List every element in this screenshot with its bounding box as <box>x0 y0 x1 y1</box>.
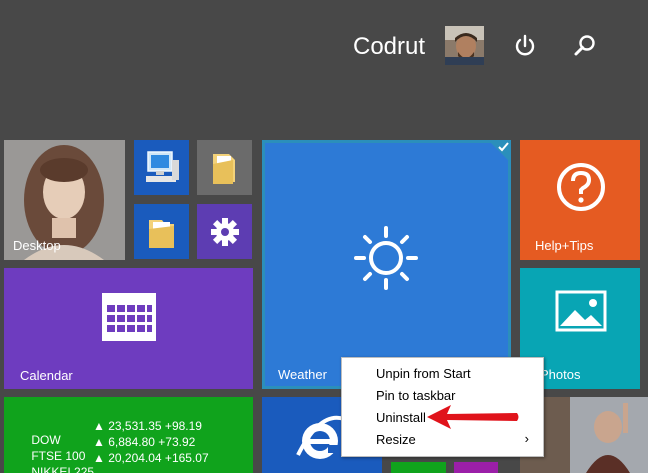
tile-pc-settings[interactable] <box>197 204 252 259</box>
sun-icon <box>354 226 418 290</box>
stock-value: ▲ 20,204.04 +165.07 <box>93 451 209 465</box>
user-name[interactable]: Codrut <box>353 32 425 62</box>
tile-desktop[interactable]: Desktop <box>4 140 125 260</box>
question-icon <box>557 163 605 211</box>
tile-label-calendar: Calendar <box>20 368 73 383</box>
stock-name: NIKKEI 225 <box>31 465 95 473</box>
stock-row: NIKKEI 225 <box>18 451 94 473</box>
tile-label-help: Help+Tips <box>535 238 594 253</box>
tile-file-explorer[interactable] <box>134 204 189 259</box>
menu-item-resize[interactable]: Resize <box>376 431 416 449</box>
tile-finance[interactable]: DOW ▲ 23,531.35 +98.19 FTSE 100 ▲ 6,884.… <box>4 397 253 473</box>
chevron-right-icon: › <box>524 431 529 446</box>
tile-this-pc[interactable] <box>134 140 189 195</box>
tile-label-photos: Photos <box>540 367 581 382</box>
tile-label-weather: Weather <box>278 367 327 382</box>
menu-item-unpin[interactable]: Unpin from Start <box>376 365 471 383</box>
stock-value: ▲ 23,531.35 +98.19 <box>93 419 202 433</box>
tile-documents[interactable] <box>197 140 252 195</box>
folder-icon <box>213 154 235 184</box>
search-icon[interactable] <box>572 33 598 59</box>
calendar-icon <box>102 293 156 341</box>
tile-small-green[interactable] <box>391 462 446 473</box>
gear-icon <box>211 218 239 246</box>
menu-item-uninstall[interactable]: Uninstall <box>376 409 426 427</box>
tile-help-tips[interactable]: Help+Tips <box>520 140 640 260</box>
avatar[interactable] <box>445 26 484 65</box>
red-arrow-icon <box>427 405 519 429</box>
tile-weather[interactable]: Weather <box>262 140 511 389</box>
selected-check-icon <box>488 140 511 163</box>
power-icon[interactable] <box>512 33 538 59</box>
computer-icon <box>146 151 179 182</box>
tile-calendar[interactable]: Calendar <box>4 268 253 389</box>
folder-icon <box>149 220 174 248</box>
tile-label-desktop: Desktop <box>13 238 61 253</box>
stock-value: ▲ 6,884.80 +73.92 <box>93 435 196 449</box>
tile-small-purple[interactable] <box>454 462 498 473</box>
photo-icon <box>555 290 607 332</box>
